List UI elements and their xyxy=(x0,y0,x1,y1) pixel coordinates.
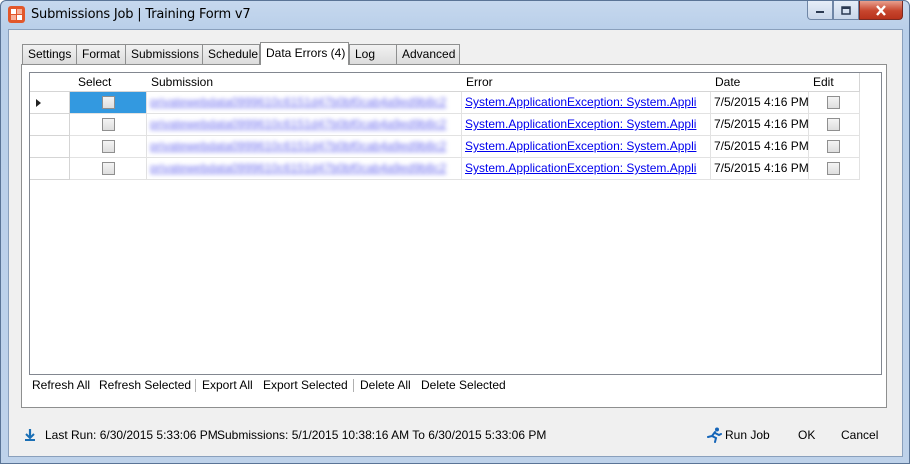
running-person-icon[interactable] xyxy=(706,427,722,443)
row-header[interactable] xyxy=(30,114,70,136)
submission-cell[interactable]: privatewebdata0999610c6151d47b0bf0cab4a9… xyxy=(146,114,462,136)
minimize-button[interactable] xyxy=(807,1,833,20)
edit-checkbox-cell[interactable] xyxy=(808,158,860,180)
checkbox[interactable] xyxy=(101,118,115,132)
close-button[interactable] xyxy=(859,1,903,20)
window-title: Submissions Job | Training Form v7 xyxy=(31,7,251,22)
data-errors-grid[interactable]: Select Submission Error Date Edit privat… xyxy=(29,72,882,375)
row-select-checkbox[interactable] xyxy=(70,158,147,180)
error-cell[interactable]: System.ApplicationException: System.Appl… xyxy=(461,136,711,158)
maximize-icon xyxy=(841,5,851,15)
export-all-button[interactable]: Export All xyxy=(202,375,253,395)
edit-checkbox[interactable] xyxy=(827,162,840,176)
row-select-checkbox[interactable] xyxy=(70,114,147,136)
dialog-client-area: Settings Format Submissions Schedule Dat… xyxy=(8,29,903,457)
submission-link[interactable]: privatewebdata0999610c6151d47b0bf0cab4a9… xyxy=(150,139,446,153)
submission-link[interactable]: privatewebdata0999610c6151d47b0bf0cab4a9… xyxy=(150,161,446,175)
date-cell: 7/5/2015 4:16 PM xyxy=(710,158,809,180)
error-link[interactable]: System.ApplicationException: System.Appl… xyxy=(465,139,696,153)
date-cell: 7/5/2015 4:16 PM xyxy=(710,92,809,114)
edit-checkbox-cell[interactable] xyxy=(808,136,860,158)
action-separator xyxy=(353,379,354,392)
refresh-all-button[interactable]: Refresh All xyxy=(32,375,90,395)
row-header[interactable] xyxy=(30,136,70,158)
last-run-status: Last Run: 6/30/2015 5:33:06 PM xyxy=(45,428,218,442)
application-window: Submissions Job | Training Form v7 Setti… xyxy=(0,0,910,464)
tab-format[interactable]: Format xyxy=(76,44,126,64)
run-job-button[interactable]: Run Job xyxy=(725,420,770,450)
tab-data-errors[interactable]: Data Errors (4) xyxy=(260,42,349,65)
checkbox[interactable] xyxy=(101,162,115,176)
tab-schedule[interactable]: Schedule xyxy=(202,44,260,64)
delete-selected-button[interactable]: Delete Selected xyxy=(421,375,506,395)
tab-advanced[interactable]: Advanced xyxy=(396,44,460,64)
data-errors-panel: Select Submission Error Date Edit privat… xyxy=(21,64,887,408)
edit-checkbox-cell[interactable] xyxy=(808,114,860,136)
error-link[interactable]: System.ApplicationException: System.Appl… xyxy=(465,117,696,131)
submission-cell[interactable]: privatewebdata0999610c6151d47b0bf0cab4a9… xyxy=(146,136,462,158)
column-header-date[interactable]: Date xyxy=(710,73,809,92)
checkbox[interactable] xyxy=(101,140,115,154)
column-header-select[interactable]: Select xyxy=(70,73,147,92)
submission-link[interactable]: privatewebdata0999610c6151d47b0bf0cab4a9… xyxy=(150,95,446,109)
edit-checkbox-cell[interactable] xyxy=(808,92,860,114)
ok-button[interactable]: OK xyxy=(798,420,815,450)
edit-checkbox[interactable] xyxy=(827,96,840,110)
error-link[interactable]: System.ApplicationException: System.Appl… xyxy=(465,95,696,109)
error-cell[interactable]: System.ApplicationException: System.Appl… xyxy=(461,92,711,114)
download-icon[interactable] xyxy=(24,428,36,442)
submission-cell[interactable]: privatewebdata0999610c6151d47b0bf0cab4a9… xyxy=(146,92,462,114)
delete-all-button[interactable]: Delete All xyxy=(360,375,411,395)
export-selected-button[interactable]: Export Selected xyxy=(263,375,348,395)
cancel-button[interactable]: Cancel xyxy=(841,420,878,450)
date-cell: 7/5/2015 4:16 PM xyxy=(710,114,809,136)
dialog-footer: Last Run: 6/30/2015 5:33:06 PM Submissio… xyxy=(9,420,902,450)
row-header-corner xyxy=(30,73,71,92)
row-select-checkbox[interactable] xyxy=(70,136,147,158)
column-header-error[interactable]: Error xyxy=(461,73,711,92)
refresh-selected-button[interactable]: Refresh Selected xyxy=(99,375,191,395)
app-logo-icon xyxy=(8,6,25,23)
submission-cell[interactable]: privatewebdata0999610c6151d47b0bf0cab4a9… xyxy=(146,158,462,180)
close-icon xyxy=(876,4,886,16)
submission-link[interactable]: privatewebdata0999610c6151d47b0bf0cab4a9… xyxy=(150,117,446,131)
error-link[interactable]: System.ApplicationException: System.Appl… xyxy=(465,161,696,175)
tab-settings[interactable]: Settings xyxy=(22,44,77,64)
row-select-checkbox[interactable] xyxy=(70,92,147,114)
column-header-edit[interactable]: Edit xyxy=(808,73,860,92)
tab-log[interactable]: Log xyxy=(349,44,397,64)
minimize-icon xyxy=(816,11,824,13)
checkbox[interactable] xyxy=(101,96,115,110)
maximize-button[interactable] xyxy=(833,1,859,20)
date-cell: 7/5/2015 4:16 PM xyxy=(710,136,809,158)
title-bar[interactable]: Submissions Job | Training Form v7 xyxy=(1,1,909,29)
edit-checkbox[interactable] xyxy=(827,140,840,154)
column-header-submission[interactable]: Submission xyxy=(146,73,462,92)
edit-checkbox[interactable] xyxy=(827,118,840,132)
error-cell[interactable]: System.ApplicationException: System.Appl… xyxy=(461,158,711,180)
submissions-range-status: Submissions: 5/1/2015 10:38:16 AM To 6/3… xyxy=(217,428,547,442)
row-header[interactable] xyxy=(30,92,70,114)
error-cell[interactable]: System.ApplicationException: System.Appl… xyxy=(461,114,711,136)
current-row-arrow-icon xyxy=(36,99,41,107)
tab-submissions[interactable]: Submissions xyxy=(125,44,203,64)
row-header[interactable] xyxy=(30,158,70,180)
action-separator xyxy=(195,379,196,392)
